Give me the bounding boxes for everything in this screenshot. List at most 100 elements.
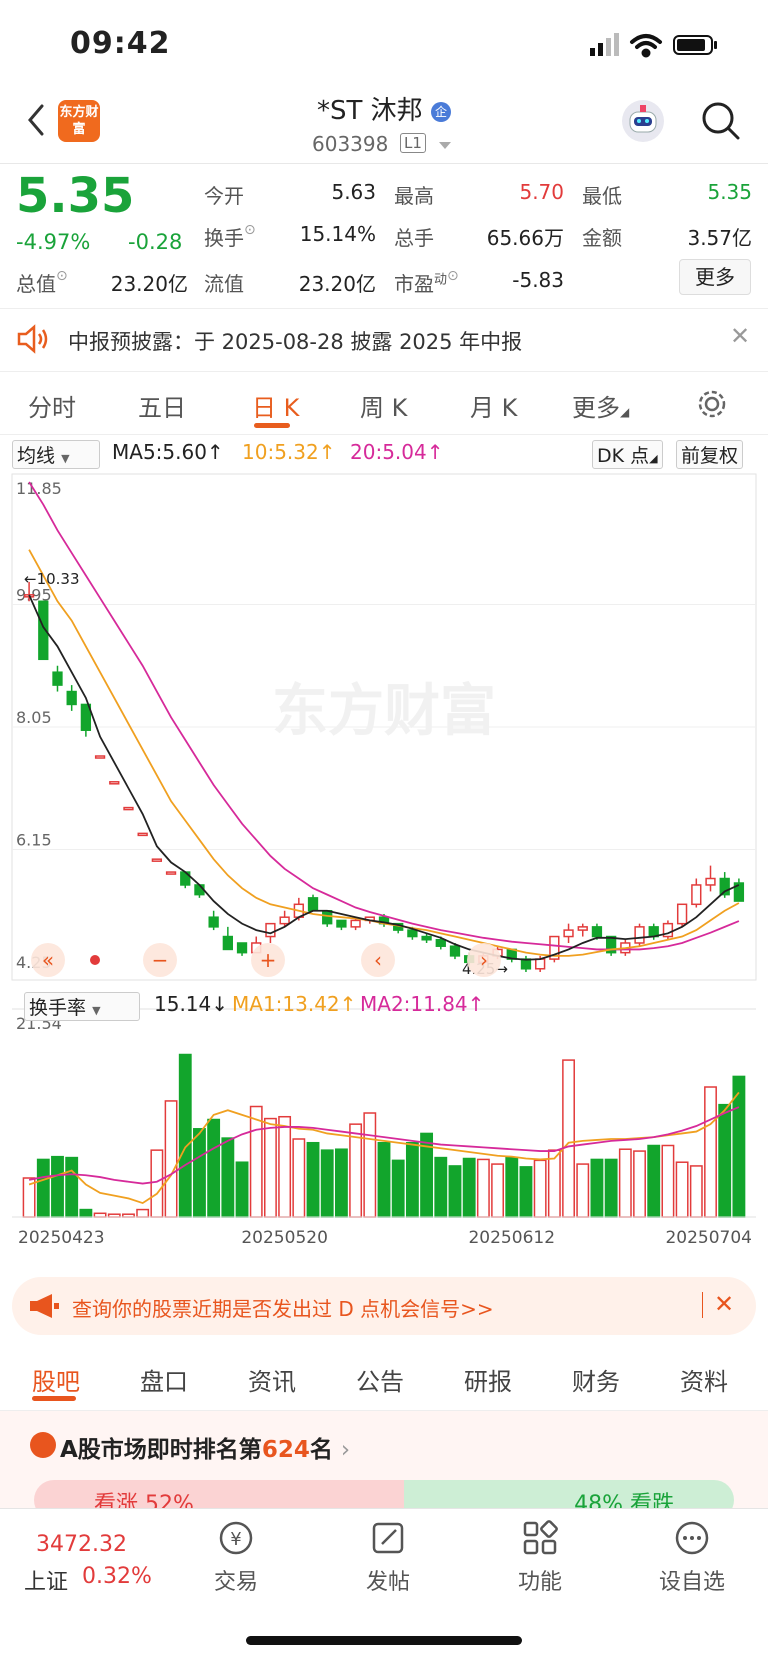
date-tick-label: 20250520 [241, 1228, 328, 1248]
index-name[interactable]: 上证 [24, 1564, 68, 1596]
tab-orderbook[interactable]: 盘口 [140, 1362, 188, 1397]
high-annotation: ←10.33 [24, 570, 80, 588]
tab-five-day[interactable]: 五日 [138, 388, 186, 423]
pe-label: 市盈动⊙ [394, 268, 459, 296]
info-icon: ⊙ [447, 268, 459, 284]
tab-intraday[interactable]: 分时 [28, 388, 76, 423]
divider [0, 434, 768, 435]
info-icon: ⊙ [244, 222, 256, 238]
volume-bar [306, 1141, 320, 1218]
tab-daily-k[interactable]: 日 K [252, 388, 299, 423]
candle [236, 942, 248, 956]
rank-chart-icon [30, 1432, 56, 1458]
date-tick-label: 20250612 [468, 1228, 555, 1248]
settings-gear-icon[interactable] [696, 388, 728, 420]
nav-prev-fast-icon: « [31, 943, 65, 977]
banner-text[interactable]: 查询你的股票近期是否发出过 D 点机会信号>> [72, 1293, 494, 1322]
date-tick-label: 20250423 [18, 1228, 105, 1248]
battery-icon [673, 35, 717, 55]
turnover-indicator-value: 15.14↓ [154, 992, 229, 1016]
candle-body [279, 916, 290, 925]
candle [109, 781, 120, 785]
divider [0, 308, 768, 309]
volume-bar [519, 1166, 533, 1218]
index-pct[interactable]: 0.32% [82, 1564, 152, 1589]
tab-more[interactable]: 更多◢ [572, 388, 629, 423]
status-time: 09:42 [70, 26, 171, 61]
candle [662, 920, 674, 940]
volume-value: 65.66万 [486, 226, 564, 250]
dk-point-button[interactable]: DK 点◢ [592, 440, 663, 469]
index-value[interactable]: 3472.32 [36, 1532, 127, 1557]
volume-bar [618, 1148, 632, 1218]
app-screen: 09:42 东方财富 *ST 沐邦 企 603398 L1 5.35 -4.97… [0, 0, 768, 1662]
dropdown-caret-icon[interactable] [439, 142, 451, 149]
open-value: 5.63 [331, 180, 376, 204]
volume-bar [689, 1165, 703, 1218]
candle [336, 919, 347, 931]
candle [208, 910, 219, 931]
candle [563, 923, 574, 943]
candle-body [165, 871, 177, 875]
tab-profile[interactable]: 资料 [680, 1362, 728, 1397]
candle [506, 948, 517, 963]
nav-functions[interactable]: 功能 [500, 1564, 580, 1596]
watermark-text: 东方财富 [272, 679, 496, 744]
volume-bar [136, 1208, 150, 1218]
level-badge[interactable]: L1 [400, 133, 426, 153]
nav-trade[interactable]: 交易 [196, 1564, 276, 1596]
nav-add-watchlist[interactable]: 设自选 [652, 1564, 732, 1596]
volume-bar [178, 1053, 192, 1218]
signal-icon [590, 33, 619, 56]
vol-ma2-value: MA2:11.84↑ [360, 992, 485, 1016]
turnover-label: 换手⊙ [204, 222, 256, 250]
tab-forum[interactable]: 股吧 [32, 1362, 80, 1397]
tab-weekly-k[interactable]: 周 K [360, 388, 407, 423]
vol-ma1-value: MA1:13.42↑ [232, 992, 357, 1016]
candle-body [336, 919, 347, 928]
functions-grid-icon[interactable] [520, 1518, 560, 1558]
search-icon[interactable] [700, 100, 742, 142]
mktcap-value: 23.20亿 [110, 272, 188, 296]
tab-research[interactable]: 研报 [464, 1362, 512, 1397]
notice-text[interactable]: 中报预披露：于 2025-08-28 披露 2025 年中报 [68, 326, 522, 356]
volume-bar [320, 1149, 334, 1218]
volume-bar [675, 1161, 689, 1218]
candle [165, 871, 177, 875]
tab-financials[interactable]: 财务 [572, 1362, 620, 1397]
tab-announcements[interactable]: 公告 [356, 1362, 404, 1397]
tab-news[interactable]: 资讯 [248, 1362, 296, 1397]
volume-indicator-select[interactable]: 换手率 ▼ [24, 992, 140, 1021]
volume-label: 总手 [394, 226, 434, 250]
post-edit-icon[interactable] [368, 1518, 408, 1558]
control-glyph: « [42, 948, 54, 972]
candle [605, 935, 617, 956]
zoom-out-icon: − [143, 943, 177, 977]
status-icons [590, 33, 717, 58]
price-tick-label: 8.05 [16, 708, 52, 727]
volume-bar [476, 1158, 490, 1218]
ma-select[interactable]: 均线 ▼ [12, 440, 100, 469]
volume-bar [235, 1161, 249, 1218]
candle [691, 878, 702, 908]
candle [549, 935, 560, 963]
volume-bar [434, 1156, 448, 1218]
volume-bar [193, 1128, 206, 1218]
nav-post[interactable]: 发帖 [348, 1564, 428, 1596]
volume-bar [36, 1158, 50, 1218]
volume-bar [334, 1148, 348, 1218]
ma20-value: 20:5.04↑ [350, 440, 444, 464]
market-rank[interactable]: A股市场即时排名第624名 › [60, 1430, 350, 1464]
volume-bar [79, 1208, 93, 1218]
kline-chart[interactable]: 11.859.958.056.154.25东方财富←10.334.25→«−+‹… [0, 472, 768, 1262]
low-label: 最低 [582, 184, 622, 208]
adjust-button[interactable]: 前复权 [676, 440, 744, 469]
more-dots-icon[interactable] [672, 1518, 712, 1558]
close-icon[interactable]: ✕ [714, 1290, 734, 1318]
close-icon[interactable]: ✕ [730, 322, 750, 350]
ai-assistant-icon[interactable] [622, 100, 664, 142]
more-button[interactable]: 更多 [679, 259, 751, 295]
candle [80, 703, 92, 737]
trade-yen-icon[interactable]: ¥ [216, 1518, 256, 1558]
tab-monthly-k[interactable]: 月 K [470, 388, 517, 423]
